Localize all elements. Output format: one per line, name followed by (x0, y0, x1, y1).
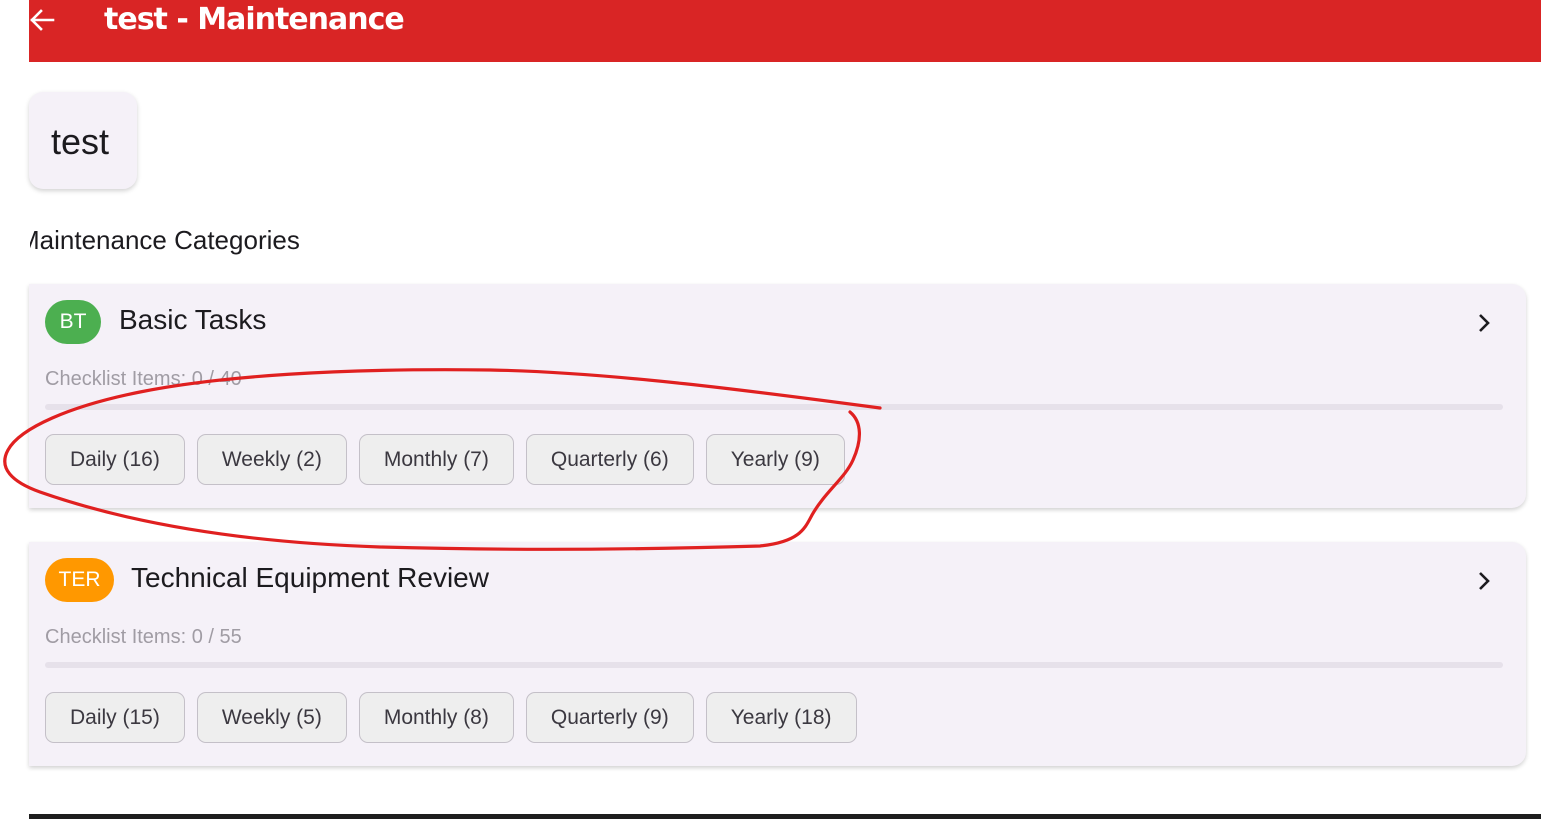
chevron-right-icon[interactable] (1473, 312, 1495, 334)
chip-weekly[interactable]: Weekly (5) (196, 692, 347, 743)
checklist-progress-text: Checklist Items: 0 / 55 (45, 626, 242, 648)
page-title: test - Maintenance (104, 2, 405, 37)
chip-weekly[interactable]: Weekly (2) (196, 434, 347, 485)
chip-daily[interactable]: Daily (16) (45, 434, 185, 485)
chip-monthly[interactable]: Monthly (7) (358, 434, 514, 485)
app-bar: test - Maintenance (29, 0, 1541, 62)
section-title: Maintenance Categories (30, 225, 490, 259)
chip-monthly[interactable]: Monthly (8) (358, 692, 514, 743)
category-name: Basic Tasks (119, 304, 267, 335)
site-card[interactable]: test (29, 92, 137, 189)
chip-yearly[interactable]: Yearly (18) (705, 692, 857, 743)
chip-daily[interactable]: Daily (15) (45, 692, 185, 743)
chevron-right-icon[interactable] (1473, 570, 1495, 592)
category-card-technical-equipment-review[interactable]: TER Technical Equipment Review Checklist… (29, 542, 1526, 766)
site-name: test (51, 121, 110, 162)
category-name: Technical Equipment Review (131, 562, 489, 593)
arrow-left-icon[interactable] (29, 6, 55, 34)
frequency-chips: Daily (15) Weekly (5) Monthly (8) Quarte… (45, 692, 857, 743)
status-bar (29, 814, 1541, 819)
category-badge: BT (45, 300, 101, 344)
checklist-progress-bar (45, 662, 1503, 668)
chip-quarterly[interactable]: Quarterly (6) (525, 434, 694, 485)
category-badge: TER (45, 558, 114, 602)
checklist-progress-text: Checklist Items: 0 / 40 (45, 368, 242, 390)
frequency-chips: Daily (16) Weekly (2) Monthly (7) Quarte… (45, 434, 845, 485)
section-title-text: Maintenance Categories (30, 225, 300, 255)
category-card-basic-tasks[interactable]: BT Basic Tasks Checklist Items: 0 / 40 D… (29, 284, 1526, 508)
chip-yearly[interactable]: Yearly (9) (705, 434, 845, 485)
chip-quarterly[interactable]: Quarterly (9) (525, 692, 694, 743)
checklist-progress-bar (45, 404, 1503, 410)
